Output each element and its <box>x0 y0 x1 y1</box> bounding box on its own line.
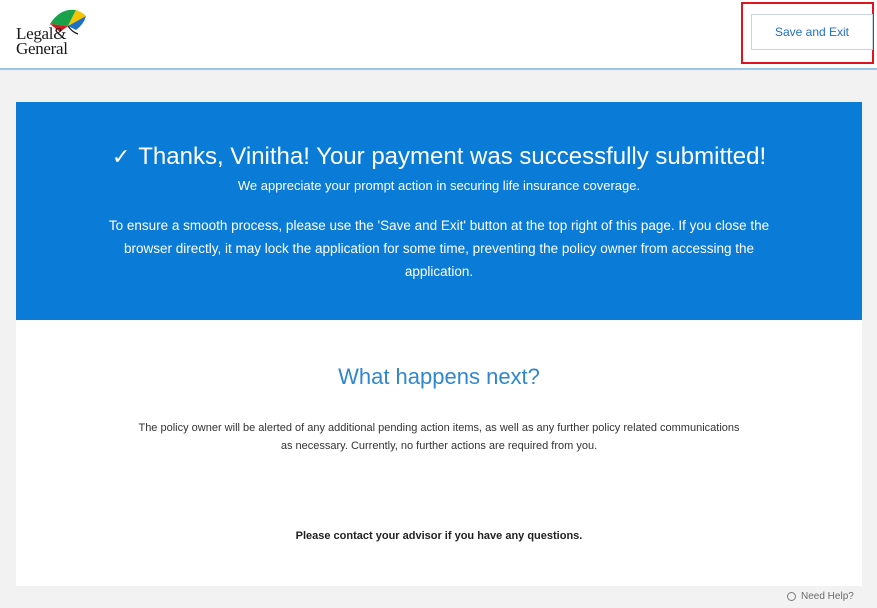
check-icon: ✓ <box>111 144 131 169</box>
next-steps-body: The policy owner will be alerted of any … <box>138 422 740 452</box>
contact-advisor-text: Please contact your advisor if you have … <box>295 530 583 542</box>
next-steps-title: What happens next? <box>338 364 540 389</box>
banner-title: ✓ Thanks, Vinitha! Your payment was succ… <box>16 142 862 172</box>
banner-title-text: Thanks, Vinitha! Your payment was succes… <box>138 143 767 170</box>
need-help-label: Need Help? <box>801 591 854 602</box>
need-help-link[interactable]: Need Help? <box>787 591 854 602</box>
banner-instructions: To ensure a smooth process, please use t… <box>108 218 770 279</box>
success-banner: ✓ Thanks, Vinitha! Your payment was succ… <box>16 102 862 320</box>
logo-text-line2: General <box>16 39 68 58</box>
banner-subtitle: We appreciate your prompt action in secu… <box>237 178 641 193</box>
confirmation-card: ✓ Thanks, Vinitha! Your payment was succ… <box>16 102 862 586</box>
legal-general-logo[interactable]: Legal& General <box>16 6 96 62</box>
help-icon <box>787 592 796 601</box>
save-and-exit-button[interactable]: Save and Exit <box>751 14 873 50</box>
